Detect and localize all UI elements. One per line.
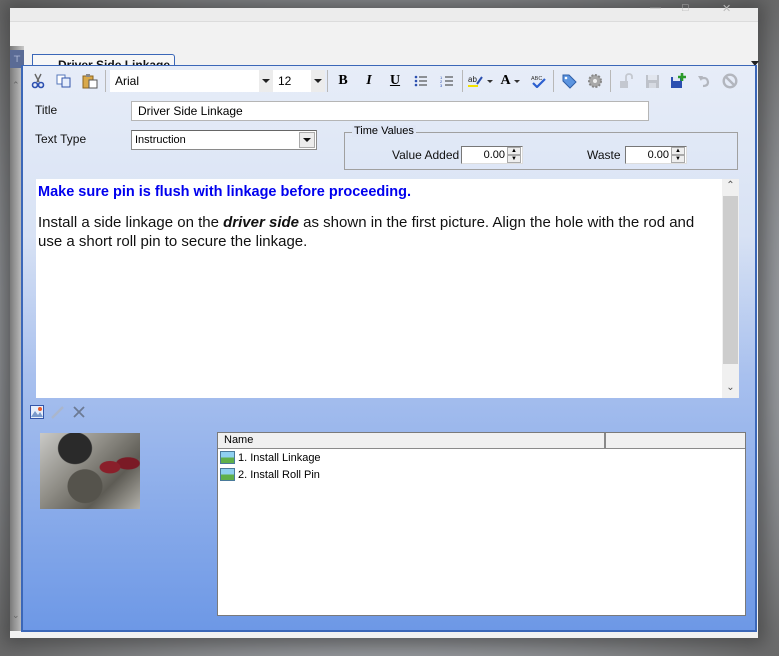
rich-text-editor[interactable]: Make sure pin is flush with linkage befo… <box>36 179 739 398</box>
toolbar-separator <box>105 70 106 92</box>
font-name-select[interactable]: Arial <box>110 70 273 92</box>
save-icon <box>645 74 659 88</box>
toolbar-separator <box>610 70 611 92</box>
list-item[interactable]: 2. Install Roll Pin <box>218 466 745 483</box>
scroll-down-icon[interactable]: ⌄ <box>12 610 20 621</box>
editor-scrollbar[interactable]: ⌃ ⌄ <box>722 179 739 398</box>
scroll-down-icon[interactable]: ⌄ <box>722 382 739 398</box>
svg-text:3: 3 <box>440 83 443 87</box>
highlight-dropdown-icon[interactable] <box>486 79 493 83</box>
svg-text:ABC: ABC <box>531 76 542 82</box>
underline-button[interactable]: U <box>382 70 408 92</box>
unlock-icon <box>620 73 633 88</box>
waste-value: 0.00 <box>647 149 669 161</box>
title-input[interactable]: Driver Side Linkage <box>131 101 649 121</box>
bold-button[interactable]: B <box>330 70 356 92</box>
name-column-header[interactable]: Name <box>218 433 606 448</box>
font-size-select[interactable]: 12 <box>273 70 325 92</box>
cancel-button[interactable] <box>717 70 743 92</box>
text-type-label: Text Type <box>35 132 87 146</box>
warning-text: Make sure pin is flush with linkage befo… <box>38 184 412 200</box>
image-preview[interactable] <box>40 433 140 509</box>
cut-button[interactable] <box>25 70 51 92</box>
edit-pencil-icon[interactable] <box>50 405 66 419</box>
toolbar-separator <box>462 70 463 92</box>
numbered-list-button[interactable]: 123 <box>434 70 460 92</box>
waste-spinner[interactable]: 0.00 ▲ ▼ <box>625 146 687 164</box>
picture-icon <box>220 468 235 481</box>
close-button[interactable]: ✕ <box>722 2 736 15</box>
empty-column-header[interactable] <box>606 433 745 448</box>
body-text-1: Install a side linkage on the <box>38 214 224 231</box>
spin-up-icon[interactable]: ▲ <box>507 147 521 155</box>
toolbar-separator <box>327 70 328 92</box>
instruction-body: Install a side linkage on the driver sid… <box>38 213 721 251</box>
time-values-group: Time Values Value Added 0.00 ▲ ▼ Waste 0.… <box>344 125 738 170</box>
picture-icon <box>220 451 235 464</box>
list-header: Name <box>218 433 745 449</box>
font-color-dropdown-icon[interactable] <box>513 79 520 83</box>
undo-icon <box>698 76 710 88</box>
font-name-dropdown-icon[interactable] <box>259 70 273 92</box>
copy-icon <box>56 74 71 88</box>
value-added-spinner[interactable]: 0.00 ▲ ▼ <box>461 146 523 164</box>
list-item-label: 2. Install Roll Pin <box>238 468 320 481</box>
list-item[interactable]: 1. Install Linkage <box>218 449 745 466</box>
spellcheck-icon: ABC <box>531 76 546 88</box>
image-list[interactable]: Name 1. Install Linkage 2. Install Roll … <box>217 432 746 616</box>
font-color-icon: A <box>500 73 511 88</box>
font-size-dropdown-icon[interactable] <box>311 70 325 92</box>
font-color-button[interactable]: A <box>495 70 525 92</box>
title-label: Title <box>35 103 58 117</box>
settings-icon <box>588 74 602 88</box>
scroll-up-icon[interactable]: ⌃ <box>12 80 20 91</box>
save-as-new-button[interactable] <box>665 70 691 92</box>
paste-button[interactable] <box>77 70 103 92</box>
window-title-bar: — □ ✕ <box>10 2 758 22</box>
list-item-label: 1. Install Linkage <box>238 451 321 464</box>
cancel-icon <box>722 73 738 89</box>
highlight-button[interactable]: ab <box>465 70 495 92</box>
font-name-value: Arial <box>115 74 140 88</box>
save-new-icon <box>671 73 686 88</box>
formatting-toolbar: Arial 12 B I U 123 ab A ABC <box>25 68 753 94</box>
svg-text:ab: ab <box>468 75 477 84</box>
numbered-list-icon: 123 <box>440 75 453 87</box>
value-added-label: Value Added <box>392 148 460 162</box>
add-image-icon[interactable] <box>30 405 44 419</box>
copy-button[interactable] <box>51 70 77 92</box>
minimize-button[interactable]: — <box>650 2 664 14</box>
settings-button[interactable] <box>582 70 608 92</box>
paste-icon <box>82 74 98 89</box>
tag-button[interactable] <box>556 70 582 92</box>
value-added-value: 0.00 <box>483 149 505 161</box>
cut-icon <box>31 73 45 89</box>
text-type-dropdown-icon[interactable] <box>299 132 315 148</box>
toolbar-separator <box>553 70 554 92</box>
spin-down-icon[interactable]: ▼ <box>671 155 685 163</box>
scroll-up-icon[interactable]: ⌃ <box>722 180 739 196</box>
spin-down-icon[interactable]: ▼ <box>507 155 521 163</box>
bullet-list-button[interactable] <box>408 70 434 92</box>
text-type-value: Instruction <box>135 134 186 146</box>
body-emphasis: driver side <box>223 214 299 231</box>
tag-icon <box>562 74 577 89</box>
spin-up-icon[interactable]: ▲ <box>671 147 685 155</box>
bullet-list-icon <box>414 75 427 87</box>
highlight-icon: ab <box>467 75 483 87</box>
delete-x-icon[interactable] <box>72 405 86 419</box>
maximize-button[interactable]: □ <box>682 2 696 14</box>
spellcheck-button[interactable]: ABC <box>525 70 551 92</box>
image-toolbar <box>30 403 86 421</box>
instruction-editor-panel: Arial 12 B I U 123 ab A ABC Title Driver… <box>21 65 757 632</box>
waste-label: Waste <box>587 148 621 162</box>
save-button[interactable] <box>639 70 665 92</box>
scrollbar-thumb[interactable] <box>723 196 738 364</box>
time-values-legend: Time Values <box>352 125 416 137</box>
undo-button[interactable] <box>691 70 717 92</box>
italic-button[interactable]: I <box>356 70 382 92</box>
unlock-button[interactable] <box>613 70 639 92</box>
text-type-select[interactable]: Instruction <box>131 130 317 150</box>
font-size-value: 12 <box>278 74 292 88</box>
